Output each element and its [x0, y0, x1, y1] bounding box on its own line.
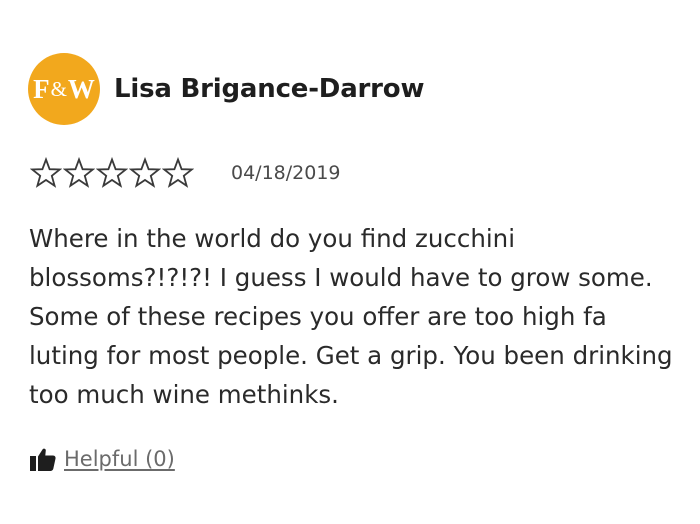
- review-card: F & W Lisa Brigance-Darrow 04/18/2019 Wher…: [0, 0, 700, 524]
- star-outline-icon: [162, 157, 194, 189]
- star-outline-icon: [129, 157, 161, 189]
- helpful-vote[interactable]: Helpful (0): [29, 441, 175, 477]
- star-outline-icon: [63, 157, 95, 189]
- star-outline-icon: [30, 157, 62, 189]
- review-text: Where in the world do you find zucchini …: [29, 224, 673, 409]
- avatar-letter-w: W: [67, 73, 95, 104]
- avatar-letter-f: F: [33, 73, 50, 104]
- rating-row: 04/18/2019: [30, 153, 341, 193]
- review-header: F & W Lisa Brigance-Darrow: [28, 53, 424, 125]
- thumbs-up-icon[interactable]: [29, 445, 57, 473]
- avatar: F & W: [28, 53, 100, 125]
- star-outline-icon: [96, 157, 128, 189]
- avatar-ampersand: &: [50, 76, 67, 101]
- helpful-button[interactable]: Helpful (0): [64, 447, 175, 471]
- review-date: 04/18/2019: [231, 162, 341, 184]
- star-rating: [30, 157, 195, 189]
- author-name: Lisa Brigance-Darrow: [114, 74, 425, 104]
